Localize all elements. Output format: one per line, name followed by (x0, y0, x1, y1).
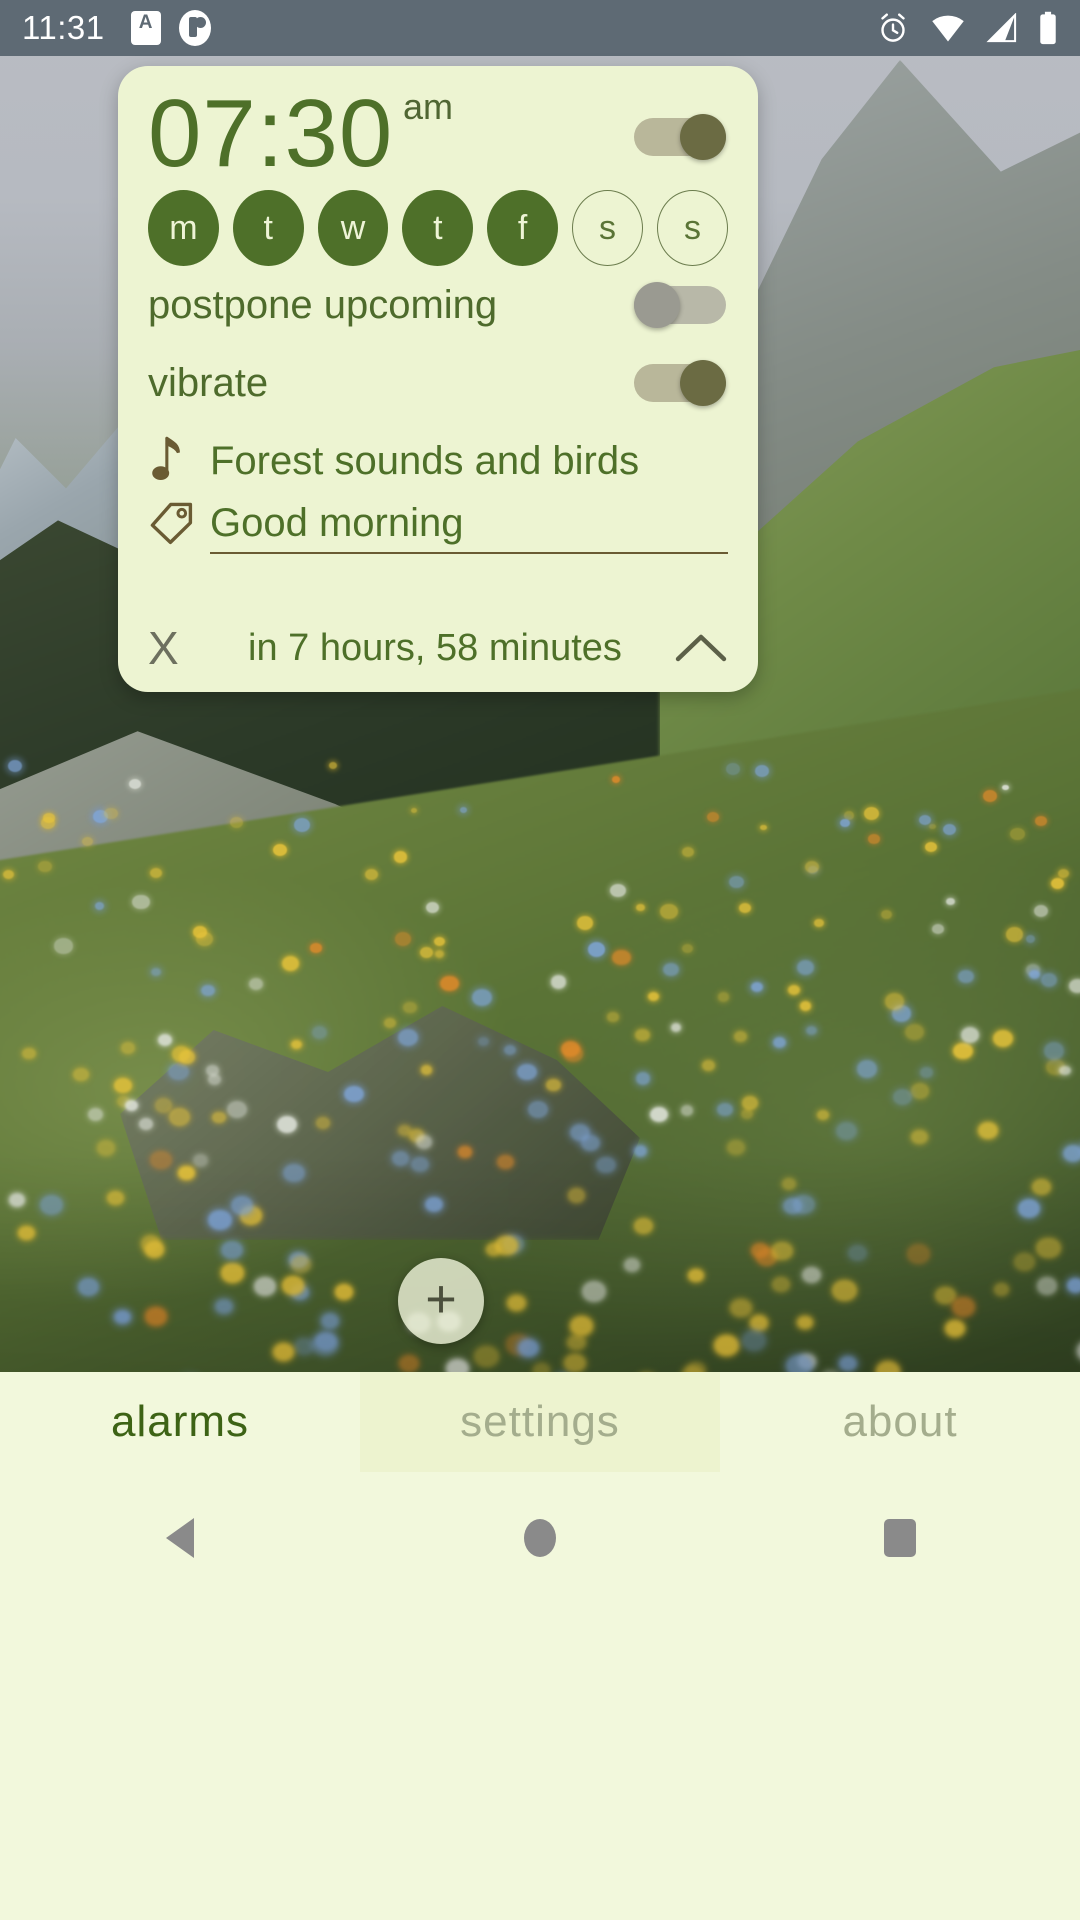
alarm-card-footer: X in 7 hours, 58 minutes (118, 604, 758, 692)
tag-icon (148, 500, 210, 546)
android-navigation-bar[interactable] (0, 1472, 1080, 1920)
status-bar: 11:31 A (0, 0, 1080, 56)
toggle-thumb (680, 360, 726, 406)
weekday-0-selected[interactable]: m (148, 190, 219, 266)
vibrate-label: vibrate (148, 360, 269, 405)
weekday-3-selected[interactable]: t (402, 190, 474, 266)
alarm-label-row[interactable]: Good morning (118, 500, 758, 558)
alarm-ampm[interactable]: am (403, 86, 453, 128)
tab-settings[interactable]: settings (360, 1372, 720, 1472)
battery-icon (1040, 11, 1056, 45)
weekday-6-unselected[interactable]: s (657, 190, 728, 266)
label-underline (210, 552, 728, 554)
toggle-thumb (680, 114, 726, 160)
weekday-4-selected[interactable]: f (487, 190, 559, 266)
tab-about[interactable]: about (720, 1372, 1080, 1472)
phone-screen: 11:31 A 07:30 am m t w t f s s postpone … (0, 0, 1080, 1920)
add-alarm-button[interactable]: + (398, 1258, 484, 1344)
plus-icon: + (425, 1269, 457, 1329)
recents-icon[interactable] (840, 1498, 960, 1578)
ringtone-value[interactable]: Forest sounds and birds (210, 439, 639, 484)
app-badge-a-icon: A (130, 11, 161, 45)
tab-alarms[interactable]: alarms (0, 1372, 360, 1472)
postpone-toggle[interactable] (634, 282, 726, 328)
toggle-thumb (634, 282, 680, 328)
bottom-tab-bar[interactable]: alarms settings about (0, 1372, 1080, 1472)
cellular-signal-icon (986, 13, 1017, 43)
weekday-5-unselected[interactable]: s (572, 190, 644, 266)
alarm-label-input[interactable]: Good morning (210, 501, 463, 546)
home-icon[interactable] (480, 1498, 600, 1578)
weekday-1-selected[interactable]: t (232, 190, 304, 266)
alarm-clock-icon (881, 13, 905, 42)
vibrate-toggle[interactable] (634, 360, 726, 406)
status-bar-clock: 11:31 (22, 9, 105, 46)
option-row-postpone[interactable]: postpone upcoming (118, 266, 758, 344)
alarm-time[interactable]: 07:30 (148, 78, 393, 190)
postpone-label: postpone upcoming (148, 282, 498, 327)
music-note-icon (148, 436, 210, 486)
weekday-2-selected[interactable]: w (317, 190, 389, 266)
back-icon[interactable] (120, 1498, 240, 1578)
wifi-icon (932, 15, 964, 42)
alarm-enabled-toggle[interactable] (634, 114, 726, 160)
option-row-vibrate[interactable]: vibrate (118, 344, 758, 422)
chevron-up-icon[interactable] (668, 631, 728, 665)
weekday-selector[interactable]: mtwtfss (118, 190, 758, 266)
app-badge-p-icon (178, 10, 211, 46)
ringtone-row[interactable]: Forest sounds and birds (118, 422, 758, 500)
alarm-card[interactable]: 07:30 am mtwtfss postpone upcoming vibra… (118, 66, 758, 692)
alarm-time-row[interactable]: 07:30 am (118, 66, 758, 187)
alarm-countdown: in 7 hours, 58 minutes (248, 626, 622, 669)
